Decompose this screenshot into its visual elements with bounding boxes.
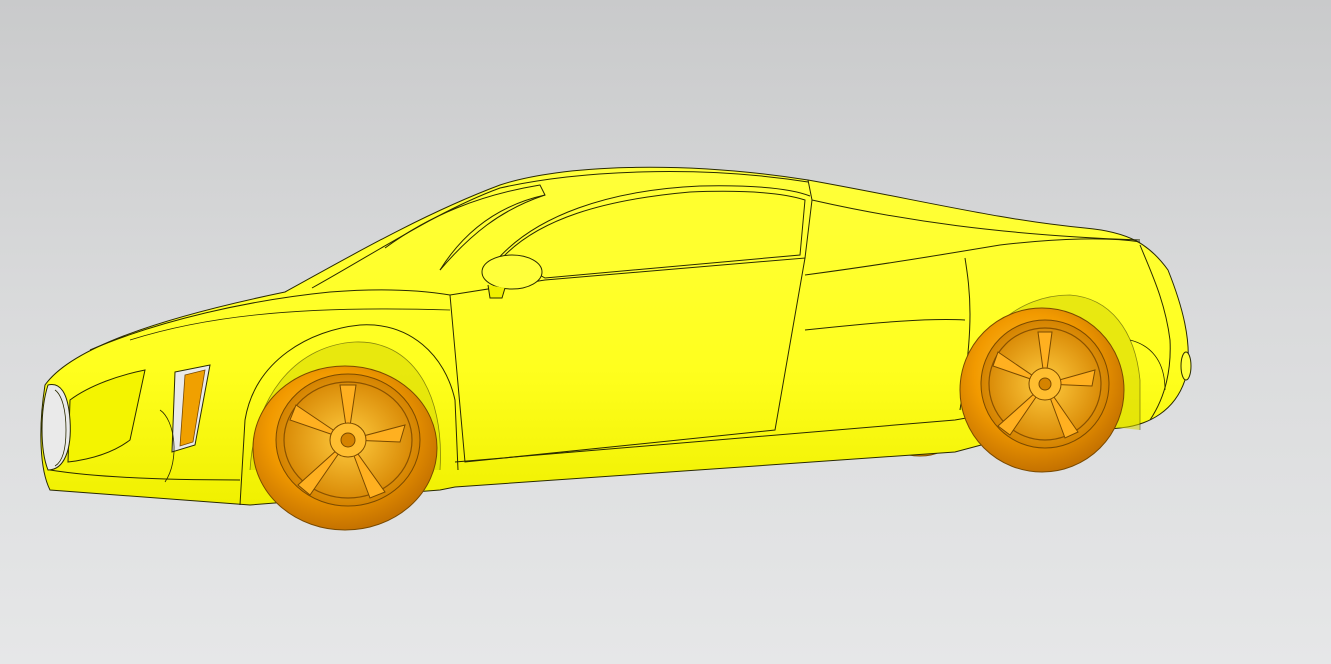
rear-wheel[interactable]	[959, 307, 1125, 473]
front-wheel[interactable]	[252, 365, 438, 531]
exhaust-tip	[1180, 351, 1192, 381]
car-model[interactable]	[0, 0, 1331, 664]
3d-viewport[interactable]	[0, 0, 1331, 664]
